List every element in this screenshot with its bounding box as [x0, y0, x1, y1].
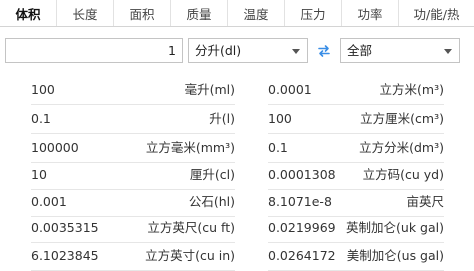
category-tabbar: 体积 长度 面积 质量 温度 压力 功率 功/能/热	[0, 0, 474, 27]
result-unit: 立方分米(dm³)	[359, 140, 444, 155]
tab-area[interactable]: 面积	[114, 0, 171, 26]
result-value: 6.1023845	[31, 248, 99, 263]
tab-temperature[interactable]: 温度	[228, 0, 285, 26]
result-value: 0.0035315	[31, 220, 99, 235]
from-unit-select[interactable]: 分升(dl)	[188, 38, 308, 63]
result-row-cu-ft: 0.0035315 立方英尺(cu ft)	[31, 213, 235, 243]
result-row-ml: 100 毫升(ml)	[31, 75, 235, 105]
tab-length[interactable]: 长度	[57, 0, 114, 26]
tab-work-energy-heat[interactable]: 功/能/热	[399, 0, 474, 26]
result-unit: 升(l)	[209, 111, 235, 126]
result-row-m3: 0.0001 立方米(m³)	[268, 75, 444, 105]
result-value: 100000	[31, 140, 79, 155]
result-row-mm3: 100000 立方毫米(mm³)	[31, 133, 235, 163]
result-row-us-gal: 0.0264172 美制加仑(us gal)	[268, 241, 444, 271]
value-input[interactable]	[5, 38, 183, 63]
result-row-dm3: 0.1 立方分米(dm³)	[268, 133, 444, 163]
result-row-cl: 10 厘升(cl)	[31, 160, 235, 190]
result-value: 0.0264172	[268, 248, 336, 263]
result-unit: 立方厘米(cm³)	[360, 111, 444, 126]
result-row-cu-in: 6.1023845 立方英寸(cu in)	[31, 241, 235, 271]
result-value: 10	[31, 167, 47, 182]
result-unit: 厘升(cl)	[189, 167, 235, 182]
to-unit-label: 全部	[347, 43, 373, 58]
result-value: 0.0001	[268, 82, 312, 97]
result-unit: 英制加仑(uk gal)	[346, 220, 444, 235]
result-value: 0.1	[31, 111, 51, 126]
to-unit-select[interactable]: 全部	[340, 38, 460, 63]
chevron-down-icon	[292, 49, 300, 54]
tab-mass[interactable]: 质量	[171, 0, 228, 26]
result-value: 0.1	[268, 140, 288, 155]
converter-controls: 分升(dl) 全部	[0, 38, 474, 64]
result-unit: 美制加仑(us gal)	[346, 248, 444, 263]
result-unit: 立方米(m³)	[379, 82, 444, 97]
result-value: 100	[268, 111, 292, 126]
result-unit: 立方毫米(mm³)	[145, 140, 235, 155]
tab-pressure[interactable]: 压力	[285, 0, 342, 26]
result-row-cu-yd: 0.0001308 立方码(cu yd)	[268, 160, 444, 190]
from-unit-label: 分升(dl)	[195, 43, 242, 58]
result-row-cm3: 100 立方厘米(cm³)	[268, 104, 444, 134]
result-unit: 毫升(ml)	[184, 82, 235, 97]
result-unit: 立方码(cu yd)	[362, 167, 444, 182]
result-value: 0.0219969	[268, 220, 336, 235]
tab-volume[interactable]: 体积	[0, 0, 57, 26]
result-unit: 立方英尺(cu ft)	[147, 220, 235, 235]
swap-arrows-icon	[318, 45, 330, 57]
result-row-uk-gal: 0.0219969 英制加仑(uk gal)	[268, 213, 444, 243]
swap-button[interactable]	[313, 40, 335, 62]
result-value: 0.0001308	[268, 167, 336, 182]
chevron-down-icon	[444, 49, 452, 54]
result-value: 100	[31, 82, 55, 97]
result-row-l: 0.1 升(l)	[31, 104, 235, 134]
tab-power[interactable]: 功率	[342, 0, 399, 26]
result-unit: 立方英寸(cu in)	[145, 248, 235, 263]
